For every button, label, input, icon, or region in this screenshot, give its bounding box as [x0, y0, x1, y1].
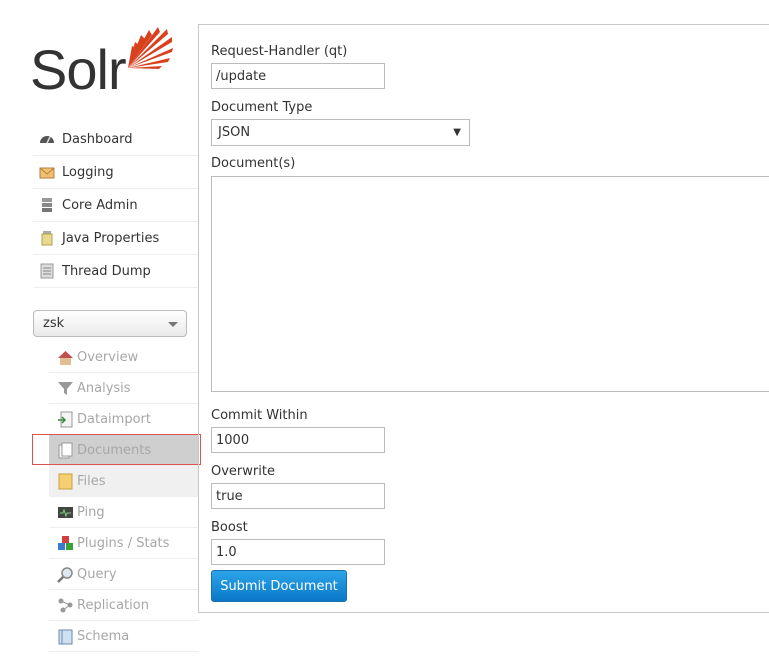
main-nav: Dashboard Logging Core Admin Java Proper…: [33, 123, 198, 288]
nav-label: Logging: [62, 164, 114, 180]
core-menu-label: Overview: [77, 349, 139, 365]
nav-label: Dashboard: [62, 131, 133, 147]
core-menu-item-ping[interactable]: Ping: [49, 497, 198, 528]
nav-item-core-admin[interactable]: Core Admin: [33, 189, 198, 222]
plugins-icon: [58, 535, 73, 550]
java-properties-icon: [41, 231, 53, 246]
core-menu-label: Files: [77, 473, 106, 489]
boost-label: Boost: [211, 520, 248, 535]
core-menu-label: Schema: [77, 628, 130, 644]
overview-icon: [58, 350, 73, 365]
core-menu-item-replication[interactable]: Replication: [49, 590, 198, 621]
logo-text: Solr: [30, 38, 127, 101]
documents-icon: [58, 442, 73, 458]
solr-logo[interactable]: Solr: [30, 22, 180, 101]
nav-item-java-properties[interactable]: Java Properties: [33, 222, 198, 255]
boost-input[interactable]: [211, 539, 385, 565]
commit-within-label: Commit Within: [211, 408, 308, 423]
nav-label: Java Properties: [62, 230, 160, 246]
nav-item-logging[interactable]: Logging: [33, 156, 198, 189]
query-icon: [57, 566, 73, 583]
core-menu-item-schema[interactable]: Schema: [49, 621, 198, 652]
core-menu-item-files[interactable]: Files: [49, 466, 198, 497]
core-menu-label: Ping: [77, 504, 105, 520]
submit-document-button[interactable]: Submit Document: [211, 570, 347, 602]
document-type-select[interactable]: JSON ▼: [211, 119, 470, 146]
core-menu-item-analysis[interactable]: Analysis: [49, 373, 198, 404]
core-selector[interactable]: zsk: [33, 310, 187, 337]
core-menu-label: Dataimport: [77, 411, 151, 427]
thread-dump-icon: [40, 263, 54, 279]
documents-label: Document(s): [211, 156, 296, 171]
nav-label: Core Admin: [62, 197, 138, 213]
schema-icon: [58, 629, 73, 644]
nav-item-dashboard[interactable]: Dashboard: [33, 123, 198, 156]
dataimport-icon: [58, 411, 73, 427]
logo-sun-icon: [128, 27, 173, 69]
replication-icon: [58, 598, 73, 612]
core-menu-label: Analysis: [77, 380, 131, 396]
dashboard-icon: [40, 136, 54, 144]
core-menu-item-query[interactable]: Query: [49, 559, 198, 590]
analysis-icon: [58, 381, 73, 395]
ping-icon: [58, 506, 73, 518]
nav-label: Thread Dump: [62, 263, 151, 279]
core-menu-item-overview[interactable]: Overview: [49, 342, 198, 373]
chevron-down-icon: [168, 322, 178, 327]
core-menu-label: Plugins / Stats: [77, 535, 170, 551]
core-menu-item-dataimport[interactable]: Dataimport: [49, 404, 198, 435]
files-icon: [58, 473, 73, 489]
document-type-label: Document Type: [211, 100, 313, 115]
core-menu-label: Documents: [77, 442, 152, 458]
request-handler-label: Request-Handler (qt): [211, 44, 348, 59]
core-menu-label: Query: [77, 566, 117, 582]
dropdown-arrow-icon: ▼: [453, 127, 461, 138]
documents-panel: Request-Handler (qt) Document Type JSON …: [198, 24, 769, 613]
commit-within-input[interactable]: [211, 427, 385, 453]
core-admin-icon: [42, 198, 52, 212]
core-selector-value: zsk: [43, 316, 65, 331]
core-menu-item-documents[interactable]: Documents: [49, 435, 198, 466]
documents-textarea[interactable]: [211, 176, 769, 392]
logging-icon: [39, 167, 55, 179]
overwrite-input[interactable]: [211, 483, 385, 509]
core-menu-item-plugins-stats[interactable]: Plugins / Stats: [49, 528, 198, 559]
core-menu: Overview Analysis Dataimport Documents F…: [49, 342, 198, 652]
document-type-value: JSON: [218, 125, 251, 140]
nav-item-thread-dump[interactable]: Thread Dump: [33, 255, 198, 288]
request-handler-input[interactable]: [211, 63, 385, 89]
overwrite-label: Overwrite: [211, 464, 275, 479]
core-menu-label: Replication: [77, 597, 149, 613]
